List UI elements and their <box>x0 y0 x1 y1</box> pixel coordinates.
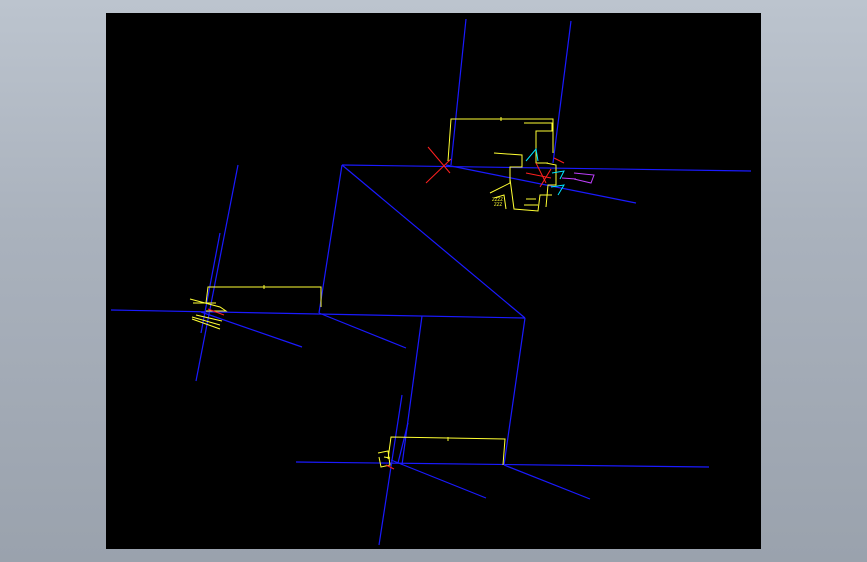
svg-text:ZZZ: ZZZ <box>494 202 502 207</box>
main-pipe-frame <box>110 164 752 466</box>
top-right-joint: ZZZZ ZZZ <box>425 18 637 212</box>
cad-viewport[interactable]: ZZZZ ZZZ <box>106 13 761 549</box>
bottom-joint <box>295 394 710 546</box>
left-joint <box>189 164 322 382</box>
cad-drawing-canvas[interactable]: ZZZZ ZZZ <box>106 13 761 549</box>
